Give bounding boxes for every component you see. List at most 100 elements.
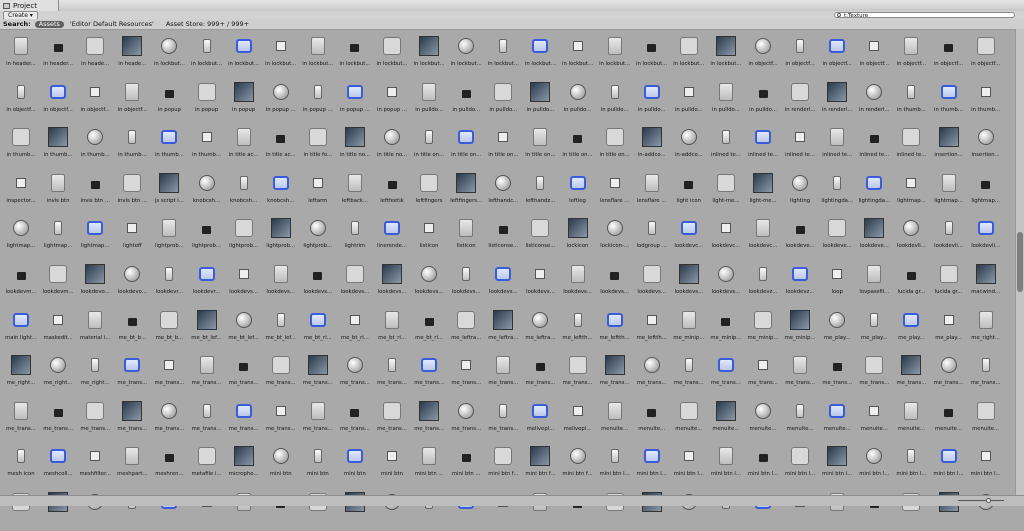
asset-item[interactable]: me_leftth... <box>597 307 633 349</box>
asset-item[interactable]: listicon <box>448 215 484 257</box>
asset-item[interactable]: in header... <box>40 33 76 75</box>
asset-item[interactable]: in popup ... <box>337 79 373 121</box>
asset-item[interactable]: lookdevz... <box>745 261 781 303</box>
asset-item[interactable]: mini btn l... <box>708 443 744 485</box>
asset-item[interactable]: in pulldo... <box>671 79 707 121</box>
asset-item[interactable]: in thumb... <box>189 124 225 166</box>
asset-item[interactable]: in pulldo... <box>411 79 447 121</box>
asset-item[interactable]: me_trans... <box>708 352 744 394</box>
asset-item[interactable]: in lockbut... <box>337 33 373 75</box>
asset-item[interactable]: menuite... <box>745 398 781 440</box>
asset-item[interactable]: me_minip... <box>671 307 707 349</box>
asset-item[interactable]: in title on... <box>522 124 558 166</box>
asset-item[interactable]: lockicon-... <box>597 215 633 257</box>
asset-item[interactable]: in title on... <box>448 124 484 166</box>
asset-item[interactable]: me_right... <box>968 307 1004 349</box>
asset-item[interactable]: me_right... <box>40 352 76 394</box>
asset-item[interactable]: in thumb... <box>931 79 967 121</box>
asset-item[interactable]: lucida gr... <box>893 261 929 303</box>
asset-item[interactable]: me_trans... <box>856 352 892 394</box>
asset-item[interactable]: meshfilter... <box>77 443 113 485</box>
asset-item[interactable]: knobcsh... <box>189 170 225 212</box>
asset-item[interactable]: melivepl... <box>522 398 558 440</box>
asset-item[interactable]: in objectf... <box>77 79 113 121</box>
asset-item[interactable]: me_leftra... <box>448 307 484 349</box>
asset-item[interactable]: me_trans... <box>114 352 150 394</box>
asset-item[interactable]: me_trans... <box>671 352 707 394</box>
asset-item[interactable]: leftleg <box>560 170 596 212</box>
asset-item[interactable]: lookdevs... <box>226 261 262 303</box>
asset-item[interactable]: in pulldo... <box>745 79 781 121</box>
asset-item[interactable]: lookdevs... <box>634 261 670 303</box>
asset-item[interactable]: lensflare ... <box>634 170 670 212</box>
asset-item[interactable]: in title ac... <box>226 124 262 166</box>
asset-item[interactable]: in lockbut... <box>560 33 596 75</box>
asset-item[interactable]: lookdeve... <box>819 215 855 257</box>
asset-item[interactable]: in lockbut... <box>597 33 633 75</box>
asset-item[interactable]: inlined te... <box>745 124 781 166</box>
asset-item[interactable]: me_play... <box>819 307 855 349</box>
asset-item[interactable]: me_trans... <box>485 352 521 394</box>
asset-item[interactable]: in objectf... <box>856 33 892 75</box>
asset-item[interactable]: in objectf... <box>782 33 818 75</box>
asset-item[interactable]: in objectf... <box>931 33 967 75</box>
asset-item[interactable]: in thumb... <box>3 124 39 166</box>
asset-item[interactable]: in lockbut... <box>189 33 225 75</box>
asset-item[interactable]: in lockbut... <box>485 33 521 75</box>
asset-item[interactable]: inlined te... <box>893 124 929 166</box>
asset-item[interactable]: me_play... <box>893 307 929 349</box>
asset-item[interactable]: in pulldo... <box>485 79 521 121</box>
project-tab[interactable]: Project <box>0 0 59 11</box>
asset-item[interactable]: lookdevs... <box>448 261 484 303</box>
asset-item[interactable]: me_trans... <box>448 398 484 440</box>
asset-item[interactable]: in thumb... <box>151 124 187 166</box>
asset-item[interactable]: lookdevc... <box>745 215 781 257</box>
asset-item[interactable]: mini btn l... <box>671 443 707 485</box>
asset-item[interactable]: lookdevs... <box>337 261 373 303</box>
asset-item[interactable]: leftfeetik <box>374 170 410 212</box>
asset-item[interactable]: in objectf... <box>745 33 781 75</box>
asset-item[interactable]: metafile i... <box>189 443 225 485</box>
asset-item[interactable]: mini btn l... <box>893 443 929 485</box>
asset-item[interactable]: in objectf... <box>114 79 150 121</box>
asset-item[interactable]: me_bt_ri... <box>411 307 447 349</box>
asset-item[interactable]: lookdeve... <box>782 215 818 257</box>
asset-item[interactable]: me_trans... <box>263 398 299 440</box>
asset-item[interactable]: lensflare ... <box>597 170 633 212</box>
asset-item[interactable]: mini btn f... <box>560 443 596 485</box>
scope-asset-store[interactable]: Asset Store: 999+ / 999+ <box>166 20 249 28</box>
asset-item[interactable]: in heade... <box>114 33 150 75</box>
asset-item[interactable]: me_bt_ri... <box>337 307 373 349</box>
asset-item[interactable]: in header... <box>3 33 39 75</box>
asset-item[interactable]: in popup <box>226 79 262 121</box>
asset-item[interactable]: leftfingers... <box>448 170 484 212</box>
asset-item[interactable]: me_trans... <box>77 398 113 440</box>
asset-item[interactable]: me_leftth... <box>634 307 670 349</box>
asset-item[interactable]: me_trans... <box>114 398 150 440</box>
asset-item[interactable]: lightmap... <box>77 215 113 257</box>
asset-item[interactable]: me_minip... <box>745 307 781 349</box>
vertical-scrollbar[interactable] <box>1015 29 1024 495</box>
asset-item[interactable]: me_trans... <box>151 352 187 394</box>
asset-item[interactable]: in lockbut... <box>634 33 670 75</box>
asset-item[interactable]: mini btn l... <box>745 443 781 485</box>
asset-item[interactable]: lookdevr... <box>151 261 187 303</box>
asset-item[interactable]: lookdevs... <box>263 261 299 303</box>
asset-item[interactable]: lookdevo... <box>77 261 113 303</box>
asset-item[interactable]: in renderl... <box>819 79 855 121</box>
asset-item[interactable]: in pulldo... <box>522 79 558 121</box>
asset-item[interactable]: knobcsh... <box>226 170 262 212</box>
asset-item[interactable]: me_bt_lef... <box>189 307 225 349</box>
asset-item[interactable]: in popup <box>189 79 225 121</box>
asset-item[interactable]: in lockbut... <box>151 33 187 75</box>
asset-item[interactable]: me_trans... <box>597 352 633 394</box>
asset-item[interactable]: micropho... <box>226 443 262 485</box>
asset-item[interactable]: me_trans... <box>263 352 299 394</box>
asset-item[interactable]: lightmap... <box>931 170 967 212</box>
asset-item[interactable]: menuite... <box>856 398 892 440</box>
asset-item[interactable]: me_play... <box>931 307 967 349</box>
asset-item[interactable]: meshcoll... <box>40 443 76 485</box>
asset-item[interactable]: main light... <box>3 307 39 349</box>
asset-item[interactable]: me_right... <box>3 352 39 394</box>
asset-item[interactable]: mini btn l... <box>819 443 855 485</box>
